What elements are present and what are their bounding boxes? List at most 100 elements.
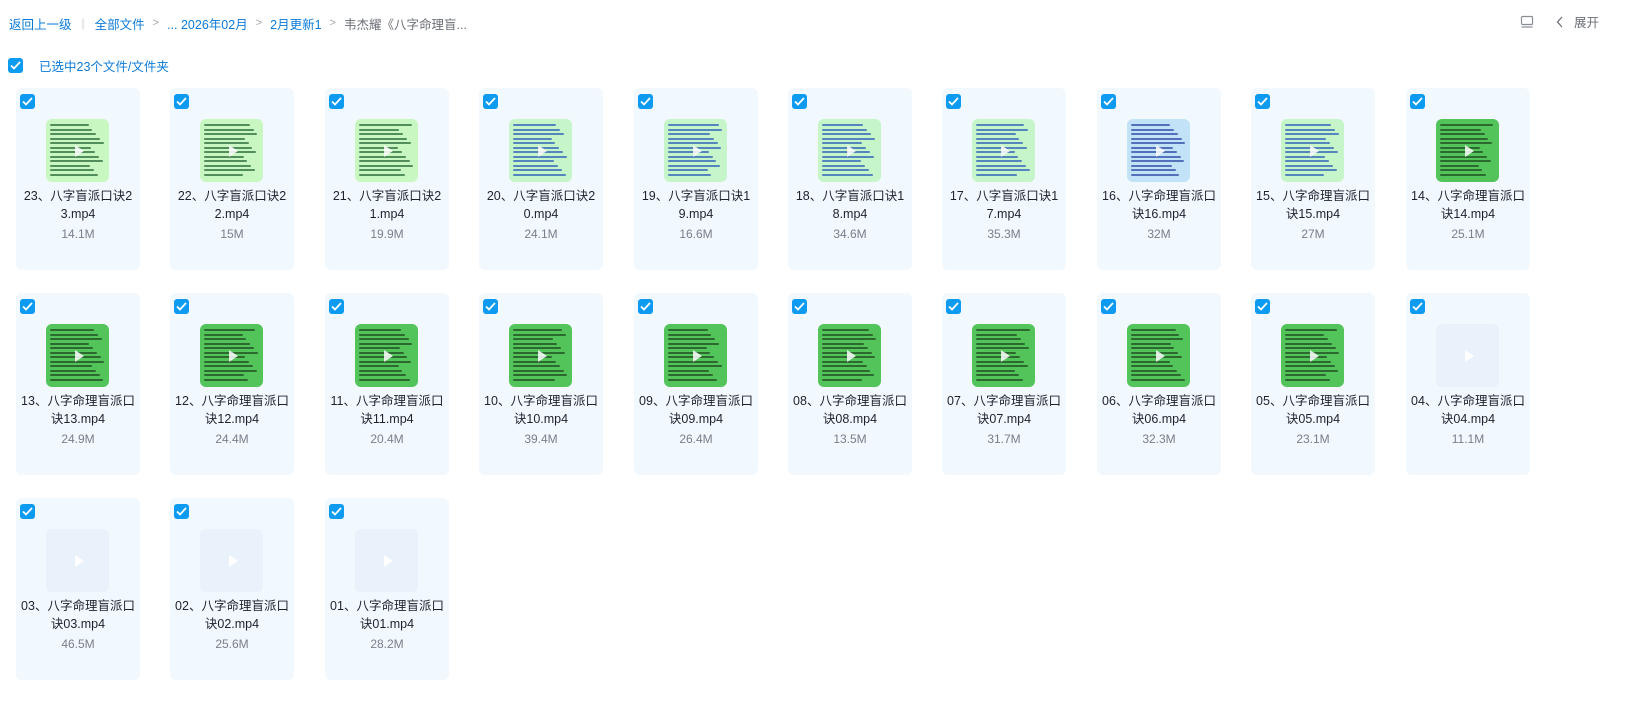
check-icon — [22, 97, 33, 106]
file-size: 14.1M — [61, 227, 95, 241]
check-icon — [948, 302, 959, 311]
file-card[interactable]: 21、八字盲派口诀21.mp4 19.9M — [325, 88, 449, 270]
video-thumbnail — [46, 324, 109, 387]
file-name: 11、八字命理盲派口诀11.mp4 — [330, 394, 444, 426]
file-checkbox[interactable] — [20, 504, 35, 519]
check-icon — [794, 302, 805, 311]
breadcrumb: 返回上一级 | 全部文件 > ... 2026年02月 > 2月更新1 > 韦杰… — [9, 14, 467, 32]
file-checkbox[interactable] — [946, 94, 961, 109]
file-checkbox[interactable] — [1101, 94, 1116, 109]
file-checkbox[interactable] — [174, 94, 189, 109]
file-card[interactable]: 08、八字命理盲派口诀08.mp4 13.5M — [788, 293, 912, 475]
file-size: 16.6M — [679, 227, 713, 241]
file-card[interactable]: 09、八字命理盲派口诀09.mp4 26.4M — [634, 293, 758, 475]
breadcrumb-divider: | — [81, 16, 85, 30]
file-size: 28.2M — [370, 637, 404, 651]
back-link[interactable]: 返回上一级 — [9, 14, 72, 33]
video-thumbnail — [1127, 119, 1190, 182]
play-icon — [1309, 349, 1319, 362]
video-thumbnail — [1127, 324, 1190, 387]
select-all-checkbox[interactable] — [8, 58, 23, 73]
file-checkbox[interactable] — [946, 299, 961, 314]
file-checkbox[interactable] — [329, 94, 344, 109]
file-card[interactable]: 19、八字盲派口诀19.mp4 16.6M — [634, 88, 758, 270]
file-checkbox[interactable] — [329, 299, 344, 314]
check-icon — [1103, 97, 1114, 106]
file-card[interactable]: 06、八字命理盲派口诀06.mp4 32.3M — [1097, 293, 1221, 475]
file-checkbox[interactable] — [1101, 299, 1116, 314]
video-thumbnail — [200, 529, 263, 592]
check-icon — [948, 97, 959, 106]
check-icon — [22, 507, 33, 516]
file-checkbox[interactable] — [638, 299, 653, 314]
play-icon — [228, 144, 238, 157]
file-checkbox[interactable] — [174, 504, 189, 519]
file-card[interactable]: 04、八字命理盲派口诀04.mp4 11.1M — [1406, 293, 1530, 475]
file-name: 19、八字盲派口诀19.mp4 — [641, 189, 751, 221]
file-checkbox[interactable] — [483, 94, 498, 109]
top-bar: 返回上一级 | 全部文件 > ... 2026年02月 > 2月更新1 > 韦杰… — [0, 0, 1625, 46]
file-card[interactable]: 16、八字命理盲派口诀16.mp4 32M — [1097, 88, 1221, 270]
file-name: 22、八字盲派口诀22.mp4 — [177, 189, 287, 221]
file-size: 24.4M — [215, 432, 249, 446]
file-checkbox[interactable] — [638, 94, 653, 109]
file-checkbox[interactable] — [792, 299, 807, 314]
file-size: 39.4M — [524, 432, 558, 446]
file-checkbox[interactable] — [20, 299, 35, 314]
file-checkbox[interactable] — [1255, 94, 1270, 109]
file-card[interactable]: 20、八字盲派口诀20.mp4 24.1M — [479, 88, 603, 270]
file-size: 25.6M — [215, 637, 249, 651]
play-icon — [228, 554, 238, 567]
file-card[interactable]: 13、八字命理盲派口诀13.mp4 24.9M — [16, 293, 140, 475]
file-name: 03、八字命理盲派口诀03.mp4 — [21, 599, 135, 631]
file-card[interactable]: 01、八字命理盲派口诀01.mp4 28.2M — [325, 498, 449, 680]
file-card[interactable]: 03、八字命理盲派口诀03.mp4 46.5M — [16, 498, 140, 680]
file-card[interactable]: 05、八字命理盲派口诀05.mp4 23.1M — [1251, 293, 1375, 475]
file-checkbox[interactable] — [792, 94, 807, 109]
top-right-toolbar: 展开 — [1520, 12, 1599, 31]
file-checkbox[interactable] — [1255, 299, 1270, 314]
file-checkbox[interactable] — [1410, 299, 1425, 314]
file-name: 08、八字命理盲派口诀08.mp4 — [793, 394, 907, 426]
file-card[interactable]: 14、八字命理盲派口诀14.mp4 25.1M — [1406, 88, 1530, 270]
view-mode-icon[interactable] — [1520, 15, 1534, 29]
breadcrumb-folder-update[interactable]: 2月更新1 — [270, 14, 321, 33]
file-size: 31.7M — [987, 432, 1021, 446]
video-thumbnail — [1436, 324, 1499, 387]
file-checkbox[interactable] — [20, 94, 35, 109]
breadcrumb-all-files[interactable]: 全部文件 — [95, 14, 145, 33]
breadcrumb-folder-month[interactable]: ... 2026年02月 — [167, 14, 248, 33]
file-card[interactable]: 22、八字盲派口诀22.mp4 15M — [170, 88, 294, 270]
file-checkbox[interactable] — [483, 299, 498, 314]
file-card[interactable]: 11、八字命理盲派口诀11.mp4 20.4M — [325, 293, 449, 475]
file-card[interactable]: 07、八字命理盲派口诀07.mp4 31.7M — [942, 293, 1066, 475]
file-size: 34.6M — [833, 227, 867, 241]
file-card[interactable]: 23、八字盲派口诀23.mp4 14.1M — [16, 88, 140, 270]
check-icon — [176, 97, 187, 106]
file-size: 24.9M — [61, 432, 95, 446]
file-card[interactable]: 02、八字命理盲派口诀02.mp4 25.6M — [170, 498, 294, 680]
video-thumbnail — [664, 324, 727, 387]
file-card[interactable]: 15、八字命理盲派口诀15.mp4 27M — [1251, 88, 1375, 270]
file-card[interactable]: 12、八字命理盲派口诀12.mp4 24.4M — [170, 293, 294, 475]
video-thumbnail — [972, 119, 1035, 182]
file-card[interactable]: 17、八字盲派口诀17.mp4 35.3M — [942, 88, 1066, 270]
check-icon — [640, 97, 651, 106]
play-icon — [537, 144, 547, 157]
check-icon — [176, 302, 187, 311]
file-name: 07、八字命理盲派口诀07.mp4 — [947, 394, 1061, 426]
file-card[interactable]: 18、八字盲派口诀18.mp4 34.6M — [788, 88, 912, 270]
video-thumbnail — [46, 529, 109, 592]
play-icon — [228, 349, 238, 362]
play-icon — [74, 144, 84, 157]
file-checkbox[interactable] — [329, 504, 344, 519]
file-name: 21、八字盲派口诀21.mp4 — [332, 189, 442, 221]
check-icon — [176, 507, 187, 516]
file-checkbox[interactable] — [1410, 94, 1425, 109]
file-checkbox[interactable] — [174, 299, 189, 314]
file-size: 26.4M — [679, 432, 713, 446]
play-icon — [74, 349, 84, 362]
file-card[interactable]: 10、八字命理盲派口诀10.mp4 39.4M — [479, 293, 603, 475]
expand-button[interactable]: 展开 — [1556, 12, 1599, 31]
play-icon — [537, 349, 547, 362]
